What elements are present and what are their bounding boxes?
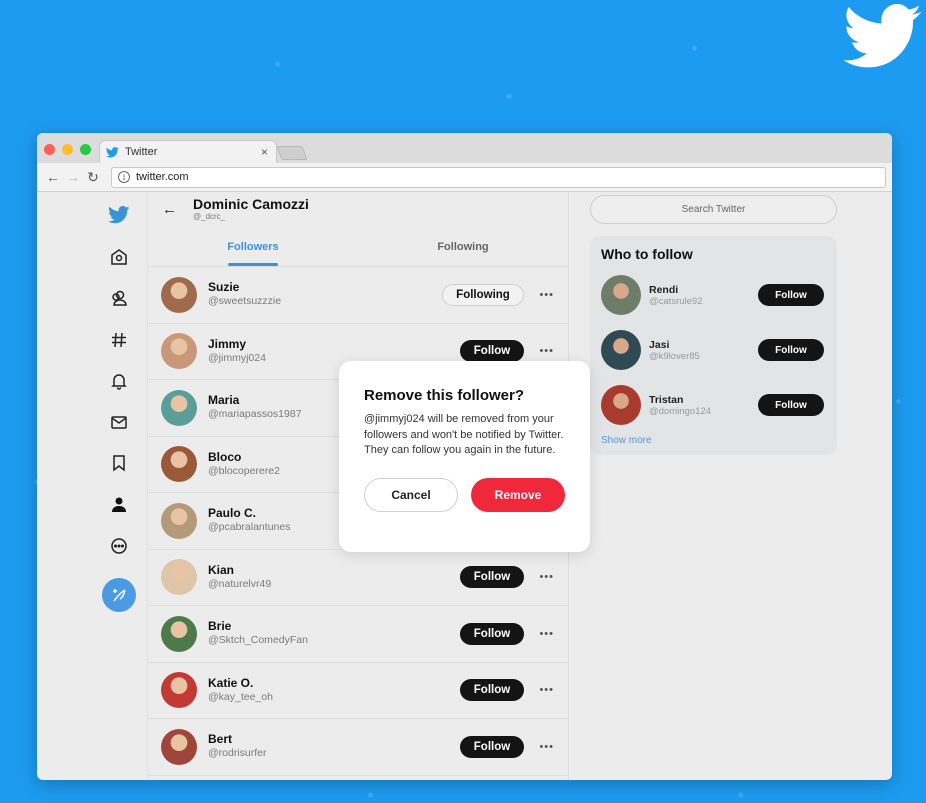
home-icon[interactable] [104, 242, 134, 272]
remove-button[interactable]: Remove [471, 477, 565, 512]
people-icon[interactable] [104, 283, 134, 313]
follower-row[interactable]: Brie @Sktch_ComedyFan Follow ••• [148, 606, 568, 663]
follower-row[interactable]: Suzie @sweetsuzzzie Following ••• [148, 267, 568, 324]
following-button[interactable]: Following [442, 283, 524, 306]
hashtag-icon[interactable] [104, 325, 134, 355]
cancel-button[interactable]: Cancel [364, 477, 458, 512]
avatar[interactable] [601, 385, 641, 425]
who-to-follow-title: Who to follow [601, 246, 693, 262]
search-input[interactable]: Search Twitter [590, 195, 837, 224]
suggestion-row[interactable]: Rendi @catsrule92 Follow [601, 274, 826, 316]
follow-button[interactable]: Follow [460, 340, 524, 363]
user-handle: @Sktch_ComedyFan [208, 634, 308, 647]
follow-button[interactable]: Follow [460, 622, 524, 645]
follow-button[interactable]: Follow [460, 735, 524, 758]
suggestion-row[interactable]: Jasi @k9lover85 Follow [601, 329, 826, 371]
avatar[interactable] [161, 559, 197, 596]
follower-row[interactable]: Kian @naturelvr49 Follow ••• [148, 550, 568, 606]
user-name: Kian [208, 562, 235, 577]
back-icon[interactable]: ← [43, 169, 63, 185]
avatar[interactable] [161, 502, 197, 539]
suggestion-name: Jasi [649, 338, 670, 351]
more-circle-icon[interactable] [104, 531, 134, 561]
twitter-home-logo-icon[interactable] [104, 200, 134, 230]
dialog-title: Remove this follower? [364, 387, 525, 404]
browser-tab[interactable]: Twitter × [99, 140, 277, 163]
avatar[interactable] [161, 728, 197, 765]
browser-navbar: ← → ↻ i twitter.com [37, 163, 892, 192]
user-name: Brie [208, 619, 232, 634]
more-options-icon[interactable]: ••• [524, 741, 554, 753]
suggestion-handle: @k9lover85 [649, 350, 700, 362]
tab-followers[interactable]: Followers [148, 230, 358, 266]
follower-row[interactable]: Bert @rodrisurfer Follow ••• [148, 719, 568, 776]
follow-button[interactable]: Follow [758, 394, 824, 416]
browser-tabbar: Twitter × [37, 133, 892, 163]
avatar[interactable] [161, 446, 197, 483]
suggestion-handle: @domingo124 [649, 405, 711, 417]
follow-tabs: Followers Following [148, 230, 568, 267]
user-handle: @kay_tee_oh [208, 690, 273, 703]
url-text: twitter.com [136, 171, 189, 183]
suggestion-name: Rendi [649, 283, 679, 296]
window-controls [44, 144, 91, 155]
compose-button[interactable] [102, 578, 136, 613]
user-handle: @sweetsuzzzie [208, 295, 282, 308]
avatar[interactable] [161, 615, 197, 652]
more-options-icon[interactable]: ••• [524, 571, 554, 583]
user-handle: @naturelvr49 [208, 577, 272, 590]
close-tab-icon[interactable]: × [261, 145, 268, 159]
avatar[interactable] [161, 276, 197, 313]
who-to-follow-panel: Who to follow Rendi @catsrule92 Follow J… [590, 236, 837, 455]
follower-row[interactable]: Katie O. @kay_tee_oh Follow ••• [148, 663, 568, 719]
tab-title: Twitter [125, 146, 158, 158]
user-name: Jimmy [208, 336, 247, 351]
maximize-window-button[interactable] [80, 144, 91, 155]
back-arrow-icon[interactable]: ← [162, 201, 177, 218]
avatar[interactable] [161, 333, 197, 370]
profile-header: ← Dominic Camozzi @_dcrc_ [148, 192, 568, 230]
tab-following[interactable]: Following [358, 230, 568, 266]
left-nav [37, 192, 147, 780]
close-window-button[interactable] [44, 144, 55, 155]
forward-icon[interactable]: → [63, 169, 83, 185]
follow-button[interactable]: Follow [460, 566, 524, 589]
user-handle: @rodrisurfer [208, 747, 267, 760]
follow-button[interactable]: Follow [758, 339, 824, 361]
suggestion-row[interactable]: Tristan @domingo124 Follow [601, 384, 826, 426]
more-options-icon[interactable]: ••• [524, 289, 554, 301]
more-options-icon[interactable]: ••• [524, 345, 554, 357]
minimize-window-button[interactable] [62, 144, 73, 155]
bell-icon[interactable] [104, 366, 134, 396]
follow-button[interactable]: Follow [758, 284, 824, 306]
bookmark-icon[interactable] [104, 448, 134, 478]
info-icon[interactable]: i [118, 171, 130, 183]
twitter-logo-icon [843, 4, 922, 68]
dialog-body: @jimmyj024 will be removed from your fol… [364, 413, 564, 456]
right-sidebar: Search Twitter Who to follow Rendi @cats… [569, 192, 892, 780]
profile-name: Dominic Camozzi [193, 196, 309, 212]
suggestion-name: Tristan [649, 393, 684, 406]
avatar[interactable] [161, 389, 197, 426]
reload-icon[interactable]: ↻ [83, 169, 103, 186]
avatar[interactable] [601, 330, 641, 370]
compose-icon [113, 589, 126, 602]
twitter-bird-icon [106, 146, 119, 157]
mail-icon[interactable] [104, 407, 134, 437]
suggestion-handle: @catsrule92 [649, 295, 703, 307]
more-options-icon[interactable]: ••• [524, 684, 554, 696]
user-name: Katie O. [208, 675, 254, 690]
more-options-icon[interactable]: ••• [524, 628, 554, 640]
address-bar[interactable]: i twitter.com [111, 166, 886, 188]
avatar[interactable] [601, 275, 641, 315]
avatar[interactable] [161, 672, 197, 709]
remove-follower-dialog: Remove this follower? @jimmyj024 will be… [339, 361, 590, 552]
show-more-link[interactable]: Show more [601, 435, 826, 446]
user-name: Bert [208, 732, 233, 747]
follow-button[interactable]: Follow [460, 679, 524, 702]
profile-handle: @_dcrc_ [193, 212, 226, 221]
person-icon[interactable] [104, 490, 134, 520]
user-name: Suzie [208, 280, 240, 295]
new-tab-button[interactable] [276, 146, 308, 160]
